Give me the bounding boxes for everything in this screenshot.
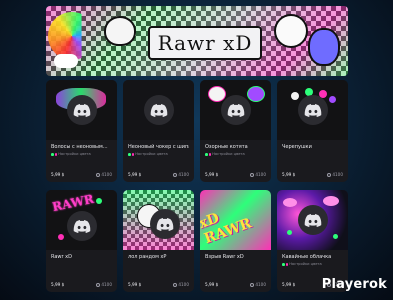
price-row: 5,99 $ 4100 (128, 282, 189, 287)
price: 5,99 $ (128, 282, 142, 287)
product-thumbnail (123, 80, 194, 140)
avatar (297, 95, 328, 125)
product-thumbnail: RAWR (46, 190, 117, 250)
cat-decoration (308, 28, 340, 66)
sales-count: 4100 (250, 172, 266, 177)
product-thumbnail (123, 190, 194, 250)
price-row: 5,99 $ 4100 (205, 282, 266, 287)
avatar (220, 95, 251, 125)
avatar (66, 95, 97, 125)
sales-icon (327, 172, 332, 177)
product-card[interactable]: xD RAWR Взрыв Rawr xD 5,99 $ 4100 (200, 190, 271, 292)
discord-icon (73, 219, 90, 233)
discord-icon (304, 103, 321, 117)
product-subtitle (51, 262, 112, 267)
product-title: Кавайные облачка (282, 254, 332, 260)
product-subtitle: Настройки цвета (128, 152, 189, 157)
product-title: Неоновый чокер с шипа (128, 144, 189, 150)
sales-count: 4100 (327, 172, 343, 177)
product-thumbnail (277, 80, 348, 140)
sales-count: 4100 (96, 282, 112, 287)
product-card[interactable]: лол рандом xP 5,99 $ 4100 (123, 190, 194, 292)
product-thumbnail (200, 80, 271, 140)
product-subtitle (282, 152, 343, 157)
collection-banner: Rawr xD (46, 6, 348, 76)
sales-count: 4100 (96, 172, 112, 177)
avatar (297, 205, 328, 235)
product-title: лол рандом xP (128, 254, 167, 260)
product-thumbnail (277, 190, 348, 250)
avatar (149, 209, 180, 239)
price-row: 5,99 $ 4100 (51, 172, 112, 177)
discord-icon (227, 103, 244, 117)
product-subtitle (128, 262, 189, 267)
sales-count: 4100 (173, 172, 189, 177)
cloud-decoration (54, 54, 78, 68)
cat-decoration (104, 16, 136, 46)
price-row: 5,99 $ 4100 (128, 172, 189, 177)
banner-title: Rawr xD (148, 26, 262, 60)
sales-icon (250, 172, 255, 177)
product-title: Взрыв Rawr xD (205, 254, 244, 260)
product-thumbnail (46, 80, 117, 140)
discord-icon (304, 213, 321, 227)
discord-icon (156, 217, 173, 231)
product-card[interactable]: Черепушки 5,99 $ 4100 (277, 80, 348, 182)
sales-icon (173, 172, 178, 177)
avatar (143, 95, 174, 125)
product-grid: Волосы с неоновым... Настройки цвета 5,9… (46, 80, 348, 292)
sales-icon (250, 282, 255, 287)
sales-count: 4100 (173, 282, 189, 287)
price: 5,99 $ (51, 172, 65, 177)
product-card[interactable]: Неоновый чокер с шипа Настройки цвета 5,… (123, 80, 194, 182)
product-card[interactable]: Волосы с неоновым... Настройки цвета 5,9… (46, 80, 117, 182)
avatar (66, 211, 97, 241)
product-subtitle (205, 262, 266, 267)
store-page: Rawr xD Волосы с неоновым... Настройки ц… (46, 6, 348, 292)
product-card[interactable]: RAWR Rawr xD 5,99 $ 4100 (46, 190, 117, 292)
sales-count: 4100 (250, 282, 266, 287)
product-title: Rawr xD (51, 254, 72, 260)
product-subtitle: Настройки цвета (205, 152, 266, 157)
price-row: 5,99 $ 4100 (205, 172, 266, 177)
rainbow-decoration (48, 12, 82, 60)
discord-icon (150, 103, 167, 117)
product-subtitle: Настройки цвета (51, 152, 112, 157)
price: 5,99 $ (128, 172, 142, 177)
product-card[interactable]: Озорные котята Настройки цвета 5,99 $ 41… (200, 80, 271, 182)
price: 5,99 $ (205, 282, 219, 287)
price-row: 5,99 $ 4100 (282, 172, 343, 177)
product-title: Волосы с неоновым... (51, 144, 108, 150)
price: 5,99 $ (51, 282, 65, 287)
product-title: Черепушки (282, 144, 312, 150)
discord-icon (73, 103, 90, 117)
product-title: Озорные котята (205, 144, 248, 150)
sales-icon (96, 282, 101, 287)
sales-icon (173, 282, 178, 287)
product-subtitle: Настройки цвета (282, 262, 343, 267)
price-row: 5,99 $ 4100 (51, 282, 112, 287)
price: 5,99 $ (205, 172, 219, 177)
product-thumbnail: xD RAWR (200, 190, 271, 250)
rawr-art-text: xD RAWR (200, 210, 254, 248)
cat-decoration (274, 14, 308, 48)
sales-icon (96, 172, 101, 177)
price: 5,99 $ (282, 282, 296, 287)
rawr-art-text: RAWR (51, 191, 96, 215)
price: 5,99 $ (282, 172, 296, 177)
playerok-watermark: Playerok (321, 277, 387, 292)
